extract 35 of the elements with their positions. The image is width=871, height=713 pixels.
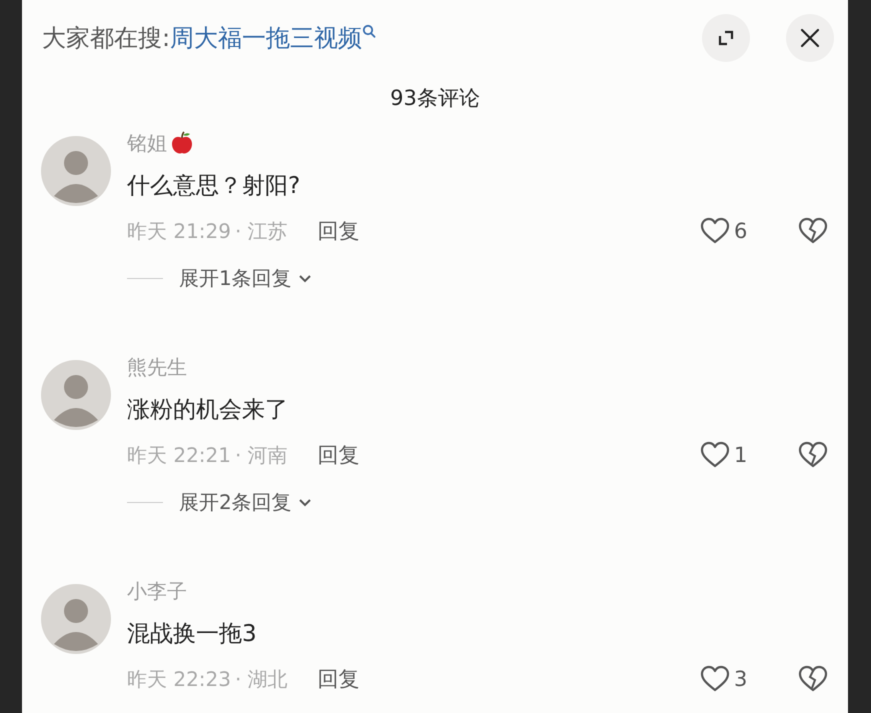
comment-text: 什么意思？射阳? bbox=[127, 172, 302, 201]
reply-button[interactable]: 回复 bbox=[318, 441, 360, 469]
close-button[interactable] bbox=[786, 14, 834, 62]
heart-icon[interactable] bbox=[700, 217, 730, 245]
comment-location: · 江苏 bbox=[235, 218, 288, 244]
like-count: 1 bbox=[734, 443, 748, 467]
chevron-down-icon bbox=[298, 274, 312, 284]
broken-heart-icon[interactable] bbox=[798, 665, 828, 693]
heart-icon[interactable] bbox=[700, 441, 730, 469]
like-count: 6 bbox=[734, 219, 748, 243]
comment-time: 昨天 21:29 bbox=[127, 218, 231, 244]
avatar-icon[interactable] bbox=[41, 584, 111, 654]
close-icon bbox=[799, 27, 821, 49]
reply-button[interactable]: 回复 bbox=[318, 665, 360, 693]
search-label: 大家都在搜: bbox=[42, 23, 170, 54]
broken-heart-icon[interactable] bbox=[798, 217, 828, 245]
chevron-down-icon bbox=[298, 498, 312, 508]
comment-text: 混战换一拖3 bbox=[127, 620, 258, 649]
like-count: 3 bbox=[734, 667, 748, 691]
comment-location: · 湖北 bbox=[235, 666, 288, 692]
avatar-icon[interactable] bbox=[41, 360, 111, 430]
avatar-icon[interactable] bbox=[41, 136, 111, 206]
broken-heart-icon[interactable] bbox=[798, 441, 828, 469]
heart-icon[interactable] bbox=[700, 665, 730, 693]
comment-location: · 河南 bbox=[235, 442, 288, 468]
expand-button[interactable] bbox=[702, 14, 750, 62]
expand-replies-button[interactable]: 展开1条回复 bbox=[179, 265, 312, 292]
comment-time: 昨天 22:23 bbox=[127, 666, 231, 692]
comment-count-title: 93条评论 bbox=[389, 85, 481, 112]
reply-button[interactable]: 回复 bbox=[318, 217, 360, 245]
comment-text: 涨粉的机会来了 bbox=[127, 396, 289, 425]
expand-replies-button[interactable]: 展开2条回复 bbox=[179, 489, 312, 516]
comment-time: 昨天 22:21 bbox=[127, 442, 231, 468]
search-suggestion-link[interactable]: 周大福一拖三视频 bbox=[170, 22, 362, 54]
search-icon[interactable] bbox=[362, 24, 376, 40]
